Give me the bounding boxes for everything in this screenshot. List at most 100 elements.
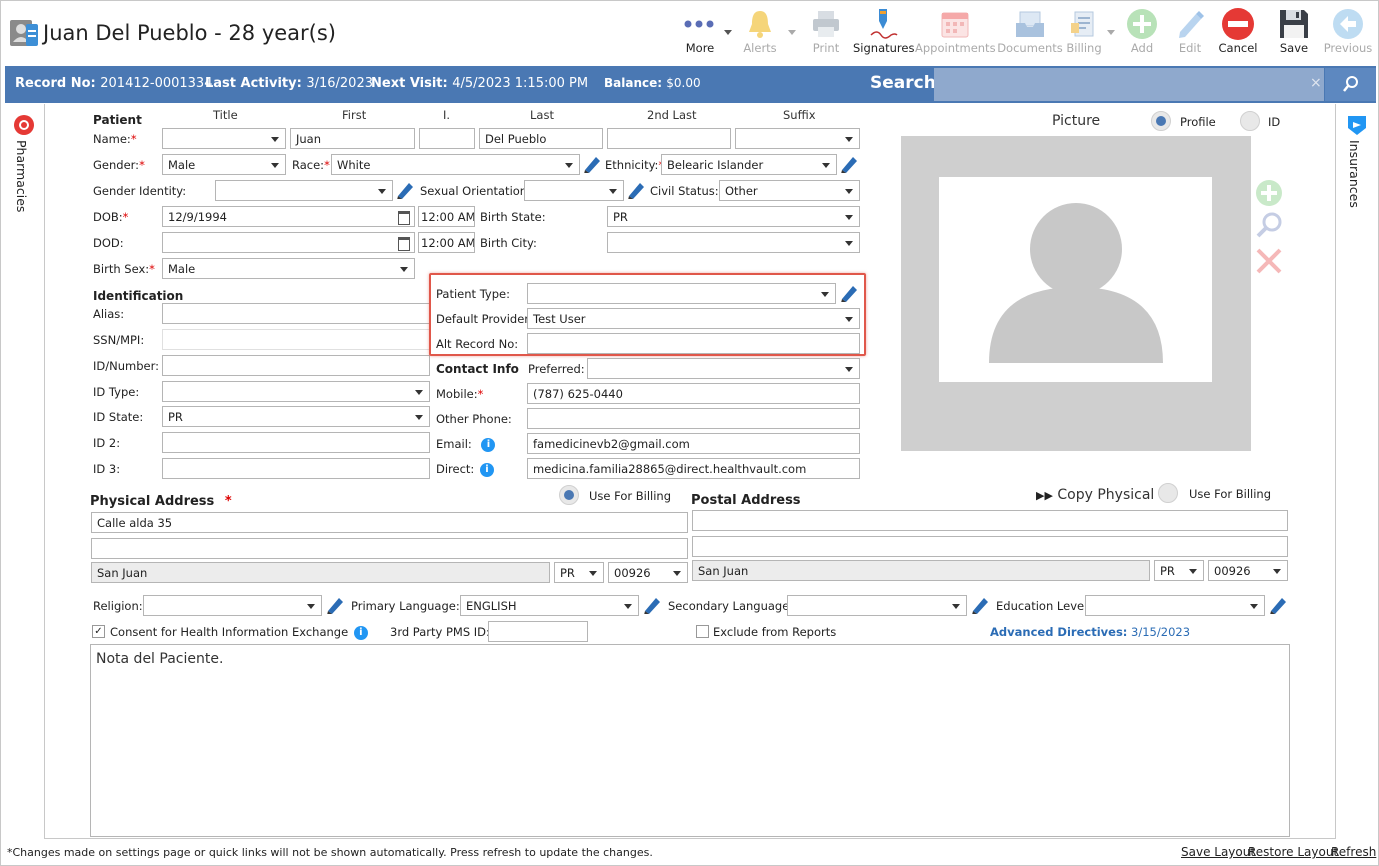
ethnicity-select[interactable]: Belearic Islander: [661, 154, 837, 175]
record-info-bar: Record No: 201412-0001334 Last Activity:…: [5, 66, 1376, 103]
primary-language-pencil-icon[interactable]: [642, 594, 662, 614]
last-name-input[interactable]: Del Pueblo: [479, 128, 603, 149]
physical-city-input[interactable]: San Juan: [91, 562, 550, 583]
id-type-select[interactable]: [162, 381, 430, 402]
default-provider-label: Default Provider:: [436, 312, 533, 326]
email-input[interactable]: famedicinevb2@gmail.com: [527, 433, 860, 454]
patient-notes-textarea[interactable]: Nota del Paciente.: [90, 644, 1290, 837]
alerts-dropdown-icon[interactable]: [788, 30, 796, 35]
primary-language-select[interactable]: ENGLISH: [460, 595, 639, 616]
restore-layout-link[interactable]: Restore Layout: [1248, 845, 1338, 859]
consent-info-icon[interactable]: i: [353, 625, 368, 640]
education-level-select[interactable]: [1085, 595, 1265, 616]
ssn-input[interactable]: [162, 329, 430, 350]
refresh-link[interactable]: Refresh: [1331, 845, 1376, 859]
search-button[interactable]: [1325, 68, 1376, 101]
postal-city-input[interactable]: San Juan: [692, 560, 1150, 581]
id-radio[interactable]: [1240, 111, 1260, 131]
consent-checkbox[interactable]: ✓: [92, 625, 105, 638]
direct-info-icon[interactable]: i: [479, 462, 494, 477]
physical-state-select[interactable]: PR: [554, 562, 604, 583]
dod-time-input[interactable]: 12:00 AM: [418, 232, 475, 253]
save-button[interactable]: Save: [1267, 7, 1321, 55]
alerts-button[interactable]: Alerts: [733, 7, 787, 55]
postal-billing-radio[interactable]: [1158, 483, 1178, 503]
dob-date-input[interactable]: 12/9/1994: [162, 206, 415, 227]
physical-billing-radio[interactable]: [559, 485, 579, 505]
id-state-select[interactable]: PR: [162, 406, 430, 427]
title-select[interactable]: [162, 128, 286, 149]
secondary-language-pencil-icon[interactable]: [970, 594, 990, 614]
id-number-input[interactable]: [162, 355, 430, 376]
edit-button[interactable]: Edit: [1163, 7, 1217, 55]
default-provider-select[interactable]: Test User: [527, 308, 860, 329]
postal-zip-select[interactable]: 00926: [1208, 560, 1288, 581]
race-edit-pencil-icon[interactable]: [582, 153, 602, 173]
exclude-reports-checkbox[interactable]: [696, 625, 709, 638]
other-phone-label: Other Phone:: [436, 412, 512, 426]
birth-sex-select[interactable]: Male: [162, 258, 415, 279]
documents-button[interactable]: Documents: [997, 7, 1063, 55]
delete-picture-icon[interactable]: [1255, 247, 1283, 275]
alt-record-input[interactable]: [527, 333, 860, 354]
physical-line1-input[interactable]: Calle alda 35: [91, 512, 688, 533]
first-name-input[interactable]: Juan: [290, 128, 415, 149]
physical-line2-input[interactable]: [91, 538, 688, 559]
dob-time-input[interactable]: 12:00 AM: [418, 206, 475, 227]
add-picture-icon[interactable]: [1255, 179, 1283, 207]
ethnicity-edit-pencil-icon[interactable]: [839, 153, 859, 173]
clear-search-icon[interactable]: ×: [1310, 75, 1322, 91]
save-layout-link[interactable]: Save Layout: [1181, 845, 1255, 859]
appointments-button[interactable]: Appointments: [915, 7, 996, 55]
patient-type-select[interactable]: [527, 283, 836, 304]
physical-zip-select[interactable]: 00926: [608, 562, 688, 583]
add-button[interactable]: Add: [1115, 7, 1169, 55]
more-button[interactable]: More: [673, 7, 727, 55]
secondary-language-label: Secondary Language:: [668, 599, 794, 613]
postal-line1-input[interactable]: [692, 510, 1288, 531]
dod-date-input[interactable]: [162, 232, 415, 253]
religion-select[interactable]: [143, 595, 322, 616]
copy-physical-button[interactable]: ▶▶ Copy Physical: [1036, 487, 1154, 503]
profile-radio[interactable]: [1151, 111, 1171, 131]
signatures-button[interactable]: Signatures: [853, 7, 914, 55]
other-phone-input[interactable]: [527, 408, 860, 429]
pms-id-input[interactable]: [488, 621, 588, 642]
suffix-select[interactable]: [735, 128, 860, 149]
gender-identity-pencil-icon[interactable]: [395, 179, 415, 199]
previous-button[interactable]: Previous: [1321, 7, 1375, 55]
education-level-pencil-icon[interactable]: [1268, 594, 1288, 614]
religion-pencil-icon[interactable]: [325, 594, 345, 614]
gender-select[interactable]: Male: [162, 154, 286, 175]
sexual-orientation-pencil-icon[interactable]: [626, 179, 646, 199]
postal-line2-input[interactable]: [692, 536, 1288, 557]
cancel-button[interactable]: Cancel: [1211, 7, 1265, 55]
advanced-directives-link[interactable]: Advanced Directives: 3/15/2023: [990, 625, 1190, 639]
billing-button[interactable]: Billing: [1057, 7, 1111, 55]
second-last-input[interactable]: [607, 128, 731, 149]
preferred-select[interactable]: [587, 358, 860, 379]
patient-type-pencil-icon[interactable]: [839, 282, 859, 302]
birth-state-select[interactable]: PR: [607, 206, 860, 227]
search-input[interactable]: [934, 68, 1324, 101]
pharmacies-tab[interactable]: Pharmacies: [12, 114, 36, 212]
insurances-tab[interactable]: Insurances: [1345, 114, 1369, 208]
id3-input[interactable]: [162, 458, 430, 479]
gender-identity-select[interactable]: [215, 180, 393, 201]
print-button[interactable]: Print: [799, 7, 853, 55]
id2-input[interactable]: [162, 432, 430, 453]
initial-input[interactable]: [419, 128, 475, 149]
birth-city-select[interactable]: [607, 232, 860, 253]
postal-state-select[interactable]: PR: [1154, 560, 1204, 581]
more-dropdown-icon[interactable]: [724, 30, 732, 35]
direct-input[interactable]: medicina.familia28865@direct.healthvault…: [527, 458, 860, 479]
secondary-language-select[interactable]: [787, 595, 967, 616]
email-info-icon[interactable]: i: [481, 437, 496, 452]
zoom-picture-icon[interactable]: [1255, 211, 1283, 239]
sexual-orientation-select[interactable]: [524, 180, 624, 201]
alias-input[interactable]: [162, 303, 430, 324]
mobile-input[interactable]: (787) 625-0440: [527, 383, 860, 404]
billing-dropdown-icon[interactable]: [1107, 30, 1115, 35]
civil-status-select[interactable]: Other: [719, 180, 860, 201]
race-select[interactable]: White: [331, 154, 580, 175]
